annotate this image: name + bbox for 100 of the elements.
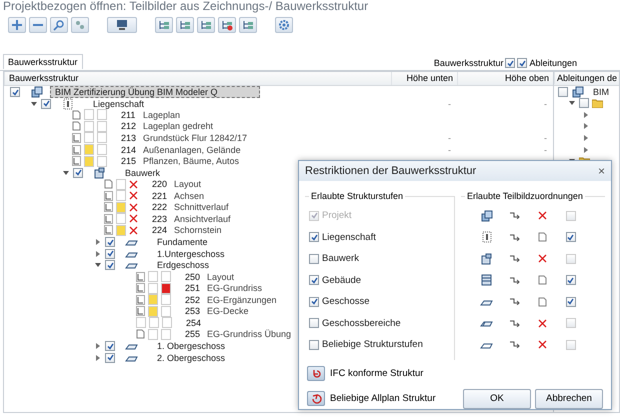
plus-icon: [11, 19, 23, 31]
expand-arrow[interactable]: [94, 262, 102, 268]
checkbox[interactable]: [73, 168, 83, 178]
plan-icon: [136, 283, 145, 294]
expand-arrow[interactable]: [94, 250, 102, 257]
toolbar-button[interactable]: [155, 17, 173, 33]
expand-arrow[interactable]: [94, 343, 102, 350]
checkbox[interactable]: [105, 341, 115, 352]
drawing-name[interactable]: Schnittverlauf: [174, 202, 229, 212]
drawing-name[interactable]: EG-Ergänzungen: [207, 294, 277, 305]
drawing-number: 220: [152, 179, 168, 190]
toolbar-button[interactable]: [218, 17, 236, 33]
checkbox[interactable]: [105, 352, 115, 363]
drawing-number: 251: [185, 283, 202, 294]
dialog-button[interactable]: Abbrechen: [535, 388, 603, 408]
tree-item[interactable]: 1. Obergeschoss: [153, 341, 230, 352]
checkbox[interactable]: [566, 318, 576, 328]
checkbox[interactable]: [41, 98, 51, 109]
checkbox[interactable]: [309, 275, 319, 286]
checkbox[interactable]: [309, 254, 319, 264]
expand-arrow[interactable]: [30, 100, 38, 107]
drawing-name[interactable]: Ansichtverlauf: [174, 214, 231, 224]
expand-arrow[interactable]: [62, 170, 70, 176]
expand-arrow[interactable]: [94, 354, 102, 361]
drawing-name[interactable]: Lageplan gedreht: [143, 121, 214, 132]
drawing-number: 214: [121, 144, 138, 154]
toolbar-button[interactable]: [8, 17, 26, 33]
column-header[interactable]: Ableitungen de: [554, 72, 619, 84]
drawing-name[interactable]: Schornstein: [174, 225, 222, 236]
drawing-number: 215: [121, 156, 138, 166]
checkbox[interactable]: [566, 254, 576, 264]
checkbox[interactable]: [566, 232, 576, 242]
checkbox[interactable]: [105, 248, 115, 259]
drawing-name[interactable]: EG-Grundriss: [207, 283, 262, 294]
column-header[interactable]: Höhe unten: [391, 72, 457, 85]
drawing-number: 212: [121, 121, 138, 132]
option-label: Bauwerksstruktur: [434, 58, 504, 68]
cross-icon: [538, 340, 548, 350]
toolbar-button[interactable]: [197, 17, 215, 33]
checkbox[interactable]: [10, 87, 20, 97]
toolbar-button[interactable]: [275, 17, 293, 33]
toolbar-button[interactable]: [107, 17, 137, 33]
tab[interactable]: Bauwerksstruktur: [3, 54, 83, 69]
checkbox[interactable]: [105, 237, 115, 248]
cross-icon: [129, 214, 138, 224]
tree-item[interactable]: Liegenschaft: [89, 98, 148, 109]
tree-item[interactable]: BIM Zertifizierung Übung BIM Modeler Q: [50, 86, 260, 98]
tree-item[interactable]: BIM: [593, 86, 610, 97]
drawing-name[interactable]: EG-Grundriss Übung: [207, 329, 292, 340]
tree-icon: [242, 19, 254, 31]
tree-item[interactable]: Fundamente: [153, 237, 212, 248]
checkbox[interactable]: [558, 86, 568, 97]
drawing-number: 222: [152, 202, 168, 212]
drawing-name[interactable]: Grundstück Flur 12842/17: [143, 132, 248, 143]
gear-icon: [278, 19, 290, 31]
drawing-name[interactable]: Pflanzen, Bäume, Autos: [143, 156, 240, 166]
drawing-name[interactable]: Lageplan: [143, 110, 180, 120]
expand-arrow[interactable]: [582, 112, 590, 118]
dialog-button[interactable]: OK: [463, 388, 531, 408]
dialog-title: Restriktionen der Bauwerksstruktur: [305, 165, 476, 177]
tree-item[interactable]: 1.Untergeschoss: [153, 248, 229, 259]
toolbar-button[interactable]: [29, 17, 47, 33]
expand-arrow[interactable]: [94, 239, 102, 246]
expand-arrow[interactable]: [582, 134, 590, 141]
tree-item[interactable]: Bauwerk: [121, 168, 164, 178]
building-icon: [93, 166, 106, 179]
checkbox[interactable]: [309, 296, 319, 307]
checkbox[interactable]: [566, 340, 576, 350]
toolbar-button[interactable]: [176, 17, 194, 33]
drawing-name[interactable]: Layout: [207, 272, 234, 282]
page-icon: [538, 275, 548, 286]
checkbox[interactable]: [505, 58, 516, 68]
tree-item[interactable]: 2. Obergeschoss: [153, 352, 230, 363]
expand-arrow[interactable]: [582, 146, 590, 152]
checkbox[interactable]: [566, 296, 576, 307]
checkbox[interactable]: [579, 98, 589, 108]
close-button[interactable]: ×: [598, 164, 605, 178]
drawing-name[interactable]: Achsen: [174, 190, 204, 201]
checkbox[interactable]: [517, 58, 528, 68]
preset-button[interactable]: [307, 366, 325, 380]
checkbox[interactable]: [105, 260, 115, 270]
plan-icon: [136, 272, 145, 282]
drawing-name[interactable]: Außenanlagen, Gelände: [143, 144, 241, 154]
checkbox[interactable]: [309, 340, 319, 350]
expand-arrow[interactable]: [582, 123, 590, 130]
drawing-name[interactable]: EG-Decke: [207, 306, 249, 316]
drawing-name[interactable]: Layout: [174, 179, 202, 190]
toolbar-button[interactable]: [50, 17, 68, 33]
option-label: Ableitungen: [529, 58, 577, 68]
assign-arrow-icon: [510, 255, 520, 262]
preset-button[interactable]: [307, 391, 325, 406]
checkbox[interactable]: [309, 232, 319, 242]
checkbox[interactable]: [309, 318, 319, 328]
expand-arrow[interactable]: [568, 100, 576, 106]
tree-item[interactable]: Erdgeschoss: [153, 260, 214, 270]
checkbox[interactable]: [566, 275, 576, 286]
column-header[interactable]: Höhe oben: [457, 72, 553, 85]
toolbar-button[interactable]: [239, 17, 257, 33]
assign-arrow-icon: [510, 234, 520, 241]
column-header[interactable]: Bauwerksstruktur: [4, 72, 391, 85]
